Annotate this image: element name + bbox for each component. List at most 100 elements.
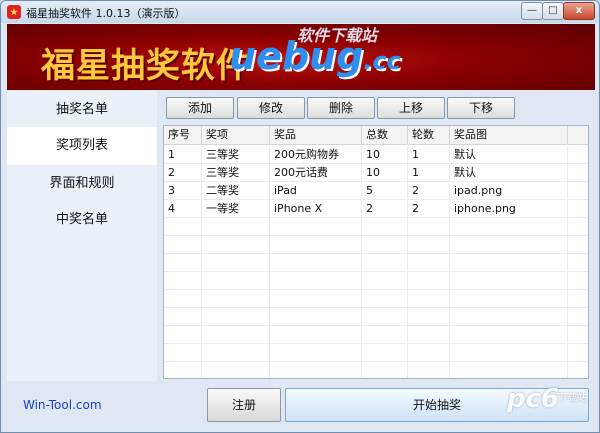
cell-total [362,272,408,290]
cell-total [362,362,408,378]
cell-rounds: 2 [408,182,450,200]
cell-rounds: 1 [408,146,450,164]
cell-prize-level [202,308,270,326]
cell-filler [568,236,588,254]
cell-index: 3 [164,182,202,200]
table-header: 序号 奖项 奖品 总数 轮数 奖品图 [164,126,588,145]
column-header-total[interactable]: 总数 [362,126,408,145]
cell-filler [568,362,588,378]
sidebar-item-draw-list[interactable]: 抽奖名单 [7,91,157,129]
cell-prize: iPad [270,182,362,200]
cell-rounds [408,236,450,254]
cell-prize [270,236,362,254]
cell-prize [270,344,362,362]
column-header-filler [568,126,588,145]
cell-prize-level [202,236,270,254]
column-header-prize-level[interactable]: 奖项 [202,126,270,145]
maximize-button[interactable]: □ [542,2,564,20]
cell-prize-level: 二等奖 [202,182,270,200]
watermark-tld: .cc [363,47,401,75]
cell-filler [568,308,588,326]
column-header-rounds[interactable]: 轮数 [408,126,450,145]
cell-rounds [408,218,450,236]
table-empty-row [164,218,588,236]
cell-image [450,254,568,272]
cell-image: iphone.png [450,200,568,218]
cell-image: 默认 [450,164,568,182]
table-empty-row [164,254,588,272]
close-button[interactable]: x [563,2,595,20]
cell-filler [568,326,588,344]
cell-filler [568,146,588,164]
cell-prize: 200元话费 [270,164,362,182]
cell-total [362,236,408,254]
minimize-button[interactable]: — [521,2,543,20]
cell-rounds [408,362,450,378]
cell-rounds [408,290,450,308]
sidebar-item-winner-list[interactable]: 中奖名单 [7,201,157,239]
cell-rounds [408,344,450,362]
cell-prize-level [202,272,270,290]
cell-filler [568,290,588,308]
move-up-button[interactable]: 上移 [377,97,445,119]
cell-prize [270,272,362,290]
table-empty-row [164,326,588,344]
cell-total: 10 [362,146,408,164]
cell-filler [568,218,588,236]
app-banner: 福星抽奖软件 uebug.cc 软件下载站 [7,24,595,90]
table-row[interactable]: 4 一等奖 iPhone X 2 2 iphone.png [164,200,588,218]
table-empty-row [164,272,588,290]
sidebar-item-interface-rules[interactable]: 界面和规则 [7,165,157,203]
cell-filler [568,272,588,290]
cell-filler [568,254,588,272]
app-window: 福星抽奖软件 1.0.13（演示版） — □ x 福星抽奖软件 uebug.cc… [0,0,600,433]
app-star-icon [7,5,21,19]
cell-prize-level [202,218,270,236]
cell-filler [568,200,588,218]
delete-button[interactable]: 删除 [307,97,375,119]
cell-filler [568,164,588,182]
cell-prize [270,326,362,344]
cell-prize [270,308,362,326]
cell-prize-level [202,290,270,308]
edit-button[interactable]: 修改 [237,97,305,119]
cell-index [164,236,202,254]
table-row[interactable]: 1 三等奖 200元购物券 10 1 默认 [164,146,588,164]
table-empty-row [164,308,588,326]
cell-image [450,308,568,326]
cell-prize-level [202,362,270,378]
cell-prize-level: 三等奖 [202,164,270,182]
cell-rounds: 1 [408,164,450,182]
cell-prize-level [202,254,270,272]
banner-title: 福星抽奖软件 [41,46,251,86]
cell-index [164,326,202,344]
register-button[interactable]: 注册 [207,388,281,422]
cell-rounds [408,254,450,272]
cell-index: 2 [164,164,202,182]
sidebar-item-prize-list[interactable]: 奖项列表 [7,127,157,165]
cell-total: 10 [362,164,408,182]
watermark-site: 软件下载站 [297,26,378,45]
cell-prize-level: 一等奖 [202,200,270,218]
cell-index [164,272,202,290]
column-header-image[interactable]: 奖品图 [450,126,568,145]
watermark-pc6-sub: 下载站 [557,393,587,404]
cell-filler [568,344,588,362]
column-header-prize[interactable]: 奖品 [270,126,362,145]
move-down-button[interactable]: 下移 [447,97,515,119]
cell-rounds [408,326,450,344]
cell-image [450,272,568,290]
title-bar[interactable]: 福星抽奖软件 1.0.13（演示版） — □ x [1,1,599,23]
prize-table[interactable]: 序号 奖项 奖品 总数 轮数 奖品图 1 三等奖 200元购物券 10 1 默认 2 三等奖 2… [163,125,589,379]
cell-prize [270,362,362,378]
cell-total [362,218,408,236]
cell-index [164,308,202,326]
table-row[interactable]: 3 二等奖 iPad 5 2 ipad.png [164,182,588,200]
table-row[interactable]: 2 三等奖 200元话费 10 1 默认 [164,164,588,182]
cell-prize [270,290,362,308]
column-header-index[interactable]: 序号 [164,126,202,145]
add-button[interactable]: 添加 [166,97,234,119]
cell-image [450,326,568,344]
table-empty-row [164,236,588,254]
win-tool-link[interactable]: Win-Tool.com [23,398,102,412]
